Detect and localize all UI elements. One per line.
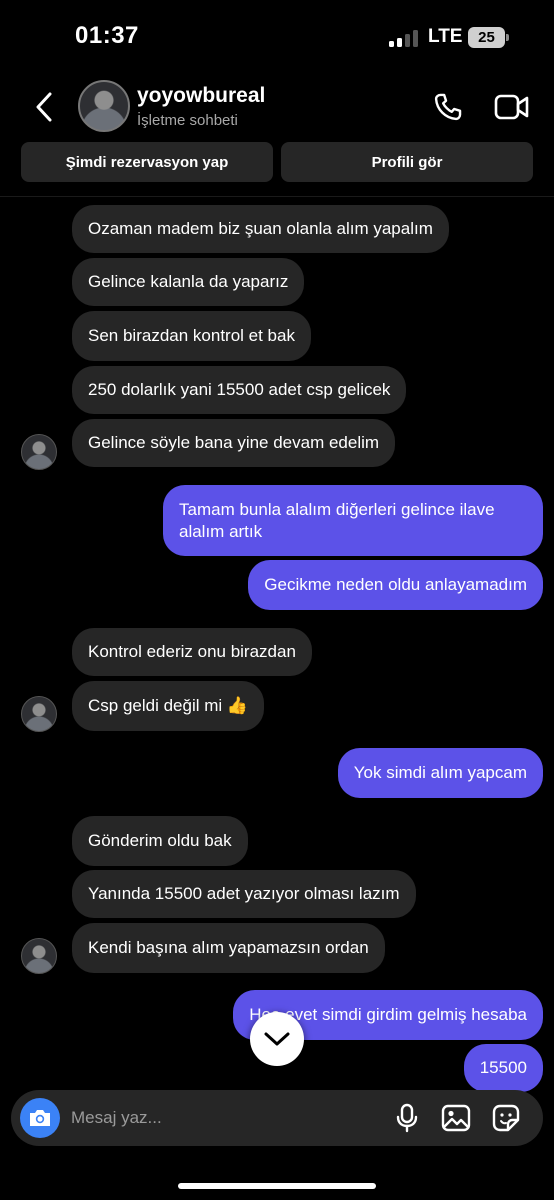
message-incoming[interactable]: Gelince söyle bana yine devam edelim	[72, 419, 396, 467]
chat-header: yoyowbureal İşletme sohbeti	[0, 72, 554, 142]
contact-name[interactable]: yoyowbureal	[137, 84, 265, 108]
video-camera-icon	[494, 94, 529, 120]
message-composer	[11, 1090, 543, 1146]
microphone-button[interactable]	[391, 1102, 423, 1134]
sticker-button[interactable]	[490, 1102, 522, 1134]
battery-tip	[506, 34, 509, 41]
message-incoming[interactable]: Kendi başına alım yapamazsın ordan	[72, 923, 385, 973]
camera-button[interactable]	[20, 1098, 60, 1138]
signal-strength-icon	[389, 30, 419, 47]
sender-avatar[interactable]	[21, 696, 57, 732]
camera-icon	[30, 1110, 50, 1126]
sender-avatar[interactable]	[21, 938, 57, 974]
view-profile-button[interactable]: Profili gör	[281, 142, 533, 182]
sticker-icon	[492, 1104, 520, 1132]
gallery-button[interactable]	[440, 1102, 472, 1134]
contact-subtitle: İşletme sohbeti	[137, 112, 238, 129]
image-icon	[441, 1104, 471, 1132]
message-outgoing[interactable]: 15500	[463, 1044, 543, 1092]
sender-avatar[interactable]	[21, 434, 57, 470]
message-outgoing[interactable]: Yok simdi alım yapcam	[337, 748, 543, 798]
scroll-to-bottom-button[interactable]	[250, 1012, 304, 1066]
back-button[interactable]	[30, 90, 60, 124]
message-incoming[interactable]: Gönderim oldu bak	[72, 816, 248, 866]
message-outgoing[interactable]: Tamam bunla alalım diğerleri gelince ila…	[163, 485, 543, 556]
message-incoming[interactable]: Kontrol ederiz onu birazdan	[72, 628, 312, 676]
status-time: 01:37	[75, 22, 139, 49]
message-incoming[interactable]: Ozaman madem biz şuan olanla alım yapalı…	[72, 205, 449, 253]
message-outgoing[interactable]: Gecikme neden oldu anlayamadım	[248, 560, 543, 610]
network-type: LTE	[428, 26, 463, 47]
chevron-down-icon	[264, 1032, 290, 1046]
video-call-button[interactable]	[494, 92, 530, 122]
message-incoming[interactable]: Sen birazdan kontrol et bak	[72, 311, 311, 361]
status-bar: 01:37 LTE 25	[0, 0, 554, 70]
call-button[interactable]	[431, 90, 465, 124]
chevron-left-icon	[36, 92, 52, 122]
battery-level: 25	[478, 29, 495, 46]
battery-icon: 25	[468, 27, 505, 48]
phone-icon	[434, 93, 462, 121]
book-now-button[interactable]: Şimdi rezervasyon yap	[21, 142, 273, 182]
message-incoming[interactable]: Yanında 15500 adet yazıyor olması lazım	[72, 870, 416, 918]
message-incoming[interactable]: 250 dolarlık yani 15500 adet csp gelicek	[72, 366, 407, 414]
header-divider	[0, 196, 554, 197]
home-indicator[interactable]	[178, 1183, 376, 1189]
message-incoming[interactable]: Csp geldi değil mi 👍	[72, 681, 265, 731]
microphone-icon	[396, 1103, 418, 1133]
message-incoming[interactable]: Gelince kalanla da yaparız	[72, 258, 305, 306]
message-input[interactable]	[71, 1090, 371, 1146]
contact-avatar[interactable]	[78, 80, 130, 132]
